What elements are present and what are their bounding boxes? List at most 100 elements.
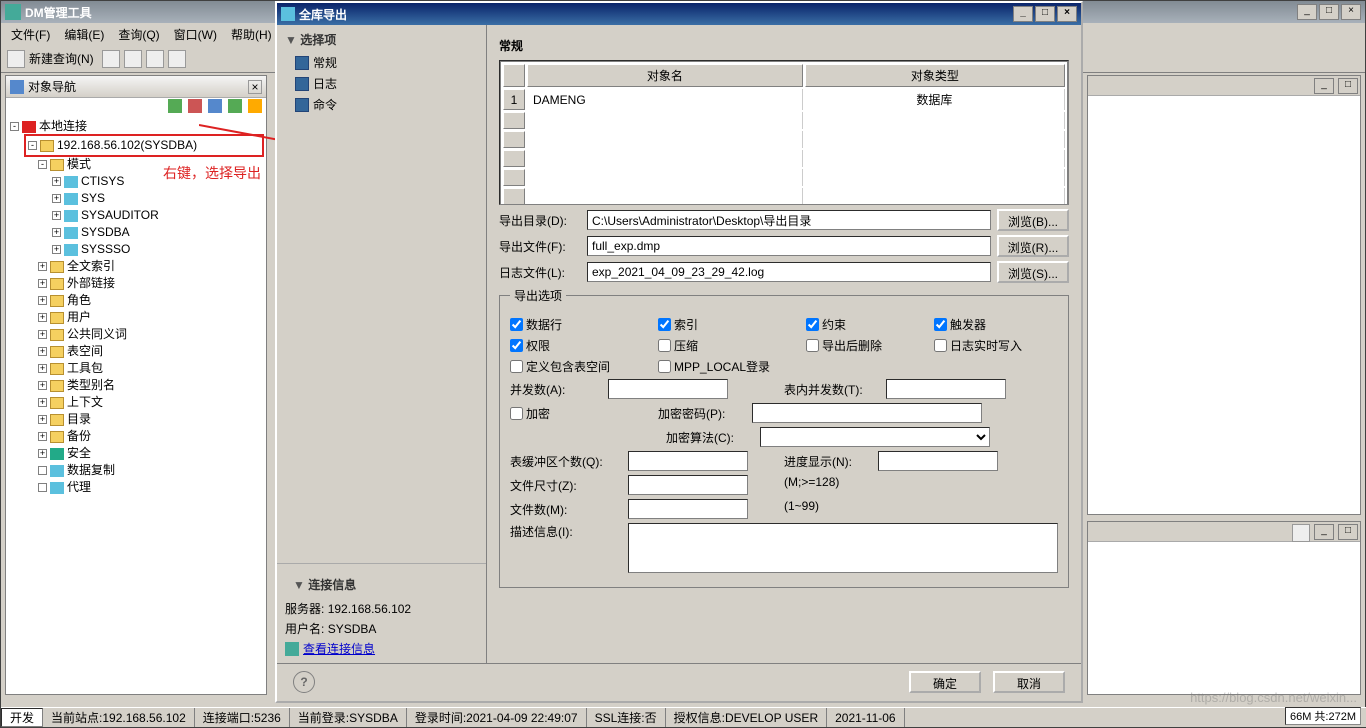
help-icon[interactable]: ?	[293, 671, 315, 693]
chk-customts[interactable]	[510, 360, 523, 373]
table-row	[503, 188, 1065, 205]
log-file-input[interactable]	[587, 262, 991, 282]
tool-3-icon[interactable]	[146, 50, 164, 68]
panel-min-icon[interactable]: _	[1314, 78, 1334, 94]
browse-dir-button[interactable]: 浏览(B)...	[997, 209, 1069, 231]
filesize-input[interactable]	[628, 475, 748, 495]
memory-indicator: 66M 共:272M	[1285, 707, 1361, 725]
table-row	[503, 112, 1065, 129]
enc-alg-select[interactable]	[760, 427, 990, 447]
table-parallel-input[interactable]	[886, 379, 1006, 399]
nav-tool-3-icon[interactable]	[208, 99, 222, 113]
status-ssl: SSL连接:否	[587, 708, 666, 727]
right-panel-2: _□	[1087, 521, 1361, 695]
annotation-text: 右键，选择导出	[163, 163, 261, 183]
status-login: 当前登录:SYSDBA	[290, 708, 407, 727]
cancel-button[interactable]: 取消	[993, 671, 1065, 693]
tree-item[interactable]: 数据复制	[67, 462, 115, 479]
conn-section: 连接信息	[285, 570, 478, 597]
view-conn-link[interactable]: 查看连接信息	[285, 640, 478, 657]
desc-input[interactable]	[628, 523, 1058, 573]
tree-item[interactable]: 表空间	[67, 343, 103, 360]
tree-item[interactable]: 工具包	[67, 360, 103, 377]
tree-schema[interactable]: SYS	[81, 190, 105, 207]
table-row	[503, 169, 1065, 186]
nav-title: 对象导航	[28, 78, 76, 95]
export-dir-input[interactable]	[587, 210, 991, 230]
filenum-input[interactable]	[628, 499, 748, 519]
menu-file[interactable]: 文件(F)	[5, 24, 56, 45]
nav-command[interactable]: 命令	[277, 94, 486, 115]
tree-item[interactable]: 外部链接	[67, 275, 115, 292]
chk-index[interactable]	[658, 318, 671, 331]
parallel-input[interactable]	[608, 379, 728, 399]
chk-compress[interactable]	[658, 339, 671, 352]
close-button[interactable]: ×	[1341, 4, 1361, 20]
menu-help[interactable]: 帮助(H)	[225, 24, 278, 45]
browse-file-button[interactable]: 浏览(R)...	[997, 235, 1069, 257]
tree-schema[interactable]: SYSAUDITOR	[81, 207, 159, 224]
panel2-max-icon[interactable]: □	[1338, 524, 1358, 540]
tree-item[interactable]: 备份	[67, 428, 91, 445]
nav-tool-4-icon[interactable]	[228, 99, 242, 113]
table-row[interactable]: 1DAMENG数据库	[503, 89, 1065, 110]
nav-tool-5-icon[interactable]	[248, 99, 262, 113]
chk-trigger[interactable]	[934, 318, 947, 331]
tree-item[interactable]: 全文索引	[67, 258, 115, 275]
tree-item[interactable]: 用户	[67, 309, 91, 326]
chk-delafter[interactable]	[806, 339, 819, 352]
dialog-title: 全库导出	[299, 6, 347, 23]
tree-schema[interactable]: SYSDBA	[81, 224, 130, 241]
menu-query[interactable]: 查询(Q)	[112, 24, 165, 45]
nav-general[interactable]: 常规	[277, 52, 486, 73]
dialog-max-button[interactable]: □	[1035, 6, 1055, 22]
menu-window[interactable]: 窗口(W)	[168, 24, 223, 45]
panel-max-icon[interactable]: □	[1338, 78, 1358, 94]
tree-conn[interactable]: 192.168.56.102(SYSDBA)	[57, 137, 197, 154]
chk-mpp[interactable]	[658, 360, 671, 373]
tree-mode[interactable]: 模式	[67, 156, 91, 173]
chk-priv[interactable]	[510, 339, 523, 352]
chk-encrypt[interactable]	[510, 407, 523, 420]
nav-log[interactable]: 日志	[277, 73, 486, 94]
tree-schema[interactable]: CTISYS	[81, 173, 124, 190]
tree-item[interactable]: 公共同义词	[67, 326, 127, 343]
nav-close-icon[interactable]: ×	[248, 80, 262, 94]
chk-data[interactable]	[510, 318, 523, 331]
chk-constraint[interactable]	[806, 318, 819, 331]
panel-tool-icon[interactable]	[1292, 524, 1310, 542]
right-title: 常规	[499, 37, 1069, 54]
browse-log-button[interactable]: 浏览(S)...	[997, 261, 1069, 283]
new-query-label[interactable]: 新建查询(N)	[29, 50, 94, 67]
minimize-button[interactable]: _	[1297, 4, 1317, 20]
tree-item[interactable]: 类型别名	[67, 377, 115, 394]
chk-logrt[interactable]	[934, 339, 947, 352]
buffer-input[interactable]	[628, 451, 748, 471]
export-dialog: 全库导出 _ □ × 选择项 常规 日志 命令 连接信息 服务器: 192.16…	[275, 1, 1083, 703]
tree-local[interactable]: 本地连接	[39, 118, 87, 135]
nav-tool-1-icon[interactable]	[168, 99, 182, 113]
tool-1-icon[interactable]	[102, 50, 120, 68]
status-bar: 开发 当前站点:192.168.56.102 连接端口:5236 当前登录:SY…	[1, 707, 1366, 727]
right-panel-1: _□	[1087, 75, 1361, 515]
dialog-close-button[interactable]: ×	[1057, 6, 1077, 22]
progress-input[interactable]	[878, 451, 998, 471]
dialog-min-button[interactable]: _	[1013, 6, 1033, 22]
maximize-button[interactable]: □	[1319, 4, 1339, 20]
object-table: 对象名对象类型 1DAMENG数据库	[499, 60, 1069, 205]
export-file-input[interactable]	[587, 236, 991, 256]
panel2-min-icon[interactable]: _	[1314, 524, 1334, 540]
nav-tool-2-icon[interactable]	[188, 99, 202, 113]
tool-4-icon[interactable]	[168, 50, 186, 68]
tree-schema[interactable]: SYSSSO	[81, 241, 130, 258]
tree-item[interactable]: 目录	[67, 411, 91, 428]
tree-item[interactable]: 代理	[67, 479, 91, 496]
enc-pwd-input[interactable]	[752, 403, 982, 423]
tool-2-icon[interactable]	[124, 50, 142, 68]
ok-button[interactable]: 确定	[909, 671, 981, 693]
menu-edit[interactable]: 编辑(E)	[58, 24, 110, 45]
tree-item[interactable]: 角色	[67, 292, 91, 309]
tree-item[interactable]: 上下文	[67, 394, 103, 411]
tree-item[interactable]: 安全	[67, 445, 91, 462]
new-query-icon[interactable]	[7, 50, 25, 68]
